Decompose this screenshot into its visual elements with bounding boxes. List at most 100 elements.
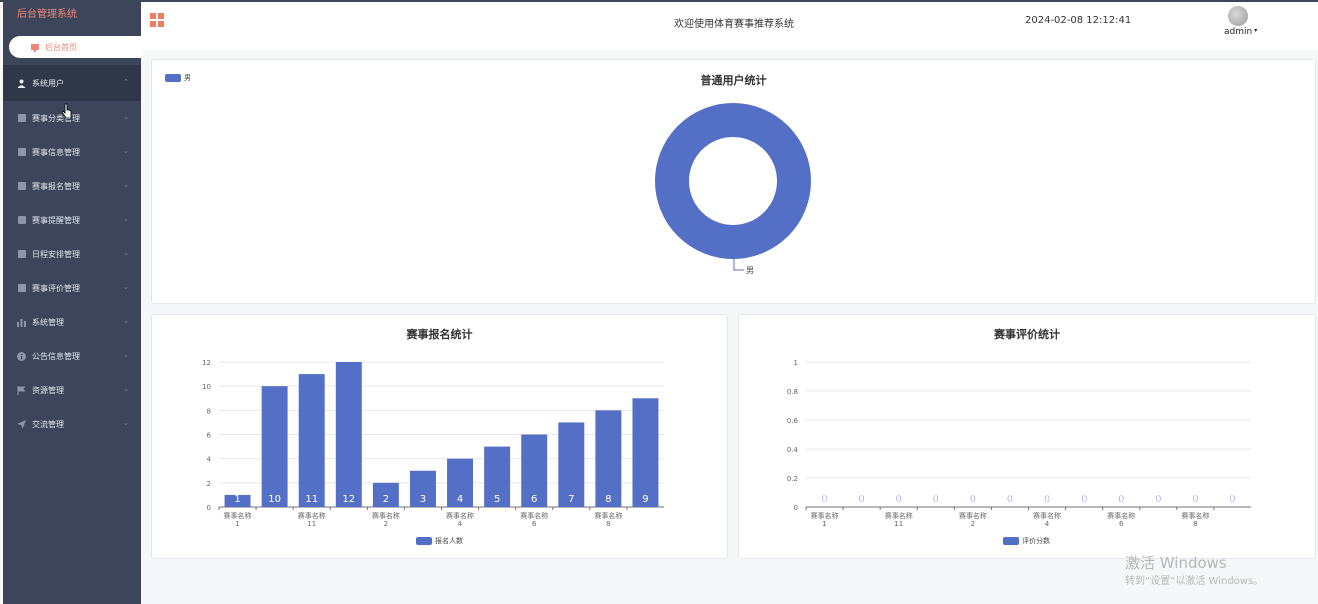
legend-label: 评价分数	[1022, 537, 1050, 545]
bar-data-label: 4	[457, 494, 463, 505]
chevron-down-icon: ⌄	[123, 249, 129, 257]
sidebar-item[interactable]: 赛事信息管理 ⌄	[3, 135, 141, 169]
bar	[632, 398, 659, 507]
user-dropdown[interactable]: admin ▾	[1224, 27, 1257, 37]
bar	[261, 386, 288, 507]
bar-data-label: 0	[1007, 494, 1013, 505]
chevron-down-icon: ⌄	[123, 317, 129, 325]
bar-data-label: 0	[896, 494, 902, 505]
menu-toggle-icon[interactable]	[150, 13, 164, 27]
y-tick-label: 0	[207, 504, 211, 512]
bar	[595, 410, 622, 507]
pie-slice-label: 男	[746, 266, 754, 275]
chevron-down-icon: ⌄	[123, 419, 129, 427]
y-tick-label: 10	[202, 383, 211, 391]
bar-data-label: 0	[1192, 494, 1198, 505]
sidebar: 后台管理系统 后台首页 系统用户 ⌃ 赛事分类管理 ⌄ 赛事信息管理 ⌄ 赛事报名管理 ⌄ 赛事…	[3, 2, 143, 604]
user-stats-card: 普通用户统计 男 男	[151, 59, 1316, 304]
sidebar-item[interactable]: 赛事评价管理 ⌄	[3, 271, 141, 305]
top-header: 欢迎使用体育赛事推荐系统 2024-02-08 12:12:41 admin ▾	[141, 2, 1318, 50]
pie-label-line	[733, 259, 744, 271]
sidebar-item-label: 资源管理	[32, 385, 64, 395]
chevron-down-icon: ⌄	[123, 113, 129, 121]
square-icon	[17, 114, 26, 123]
x-tick-label: 赛事名称	[959, 511, 987, 520]
bar-data-label: 7	[568, 494, 574, 505]
x-tick-label: 11	[894, 520, 903, 528]
y-tick-label: 0.8	[787, 388, 798, 396]
sidebar-item[interactable]: 赛事分类管理 ⌄	[3, 101, 141, 135]
rating-legend[interactable]: 评价分数	[1003, 536, 1050, 546]
bar-data-label: 0	[821, 494, 827, 505]
registration-legend[interactable]: 报名人数	[416, 536, 463, 546]
sidebar-item[interactable]: 公告信息管理 ⌄	[3, 339, 141, 373]
sidebar-item-label: 赛事报名管理	[32, 181, 80, 191]
bar-data-label: 0	[858, 494, 864, 505]
y-tick-label: 8	[207, 407, 211, 415]
windows-watermark-subtitle: 转到“设置”以激活 Windows。	[1125, 576, 1264, 587]
legend-swatch	[416, 537, 432, 545]
welcome-text: 欢迎使用体育赛事推荐系统	[674, 19, 794, 30]
home-tab[interactable]: 后台首页	[9, 36, 143, 58]
bar-data-label: 3	[420, 494, 426, 505]
chevron-up-icon: ⌃	[123, 78, 129, 86]
rating-bar-chart: 00.20.40.60.810 0 0 0 0 0 0 0 0 0 0 0赛事名称1赛事名称11赛事名…	[787, 359, 1251, 528]
windows-watermark-title: 激活 Windows	[1125, 554, 1227, 572]
x-tick-label: 2	[971, 520, 975, 528]
square-icon	[17, 284, 26, 293]
x-tick-label: 1	[822, 520, 826, 528]
x-tick-label: 赛事名称	[811, 511, 839, 520]
pie-chart: 男	[655, 103, 811, 275]
sidebar-item[interactable]: 资源管理 ⌄	[3, 373, 141, 407]
x-tick-label: 赛事名称	[1107, 511, 1135, 520]
bar-data-label: 0	[970, 494, 976, 505]
x-tick-label: 8	[606, 520, 610, 528]
bar-data-label: 0	[1081, 494, 1087, 505]
sidebar-menu: 系统用户 ⌃ 赛事分类管理 ⌄ 赛事信息管理 ⌄ 赛事报名管理 ⌄ 赛事提醒管理 ⌄ 日程安排管理 ⌄…	[3, 65, 141, 441]
chevron-down-icon: ⌄	[123, 181, 129, 189]
bar-data-label: 0	[1155, 494, 1161, 505]
square-icon	[17, 182, 26, 191]
x-tick-label: 11	[307, 520, 316, 528]
sidebar-item-label: 系统用户	[32, 78, 64, 88]
x-tick-label: 4	[458, 520, 463, 528]
sidebar-item[interactable]: 赛事提醒管理 ⌄	[3, 203, 141, 237]
y-tick-label: 0	[794, 504, 798, 512]
x-tick-label: 赛事名称	[298, 511, 326, 520]
sidebar-item-label: 交流管理	[32, 419, 64, 429]
y-tick-label: 2	[207, 480, 211, 488]
sidebar-item[interactable]: 赛事报名管理 ⌄	[3, 169, 141, 203]
x-tick-label: 1	[235, 520, 239, 528]
avatar[interactable]	[1228, 6, 1248, 26]
y-tick-label: 0.4	[787, 446, 799, 454]
pie-slice-male[interactable]	[655, 103, 811, 259]
datetime: 2024-02-08 12:12:41	[1025, 15, 1132, 26]
bar-chart-icon	[17, 318, 26, 327]
legend-swatch	[1003, 537, 1019, 545]
x-tick-label: 赛事名称	[594, 511, 622, 520]
y-tick-label: 12	[202, 359, 211, 367]
sidebar-item[interactable]: 日程安排管理 ⌄	[3, 237, 141, 271]
rating-stats-card: 赛事评价统计 0 0.2 0.4 0.6 0.8 1 0 0 0 0 0 0 0 0 0 0 0 0 赛事名称 1 赛事…	[738, 314, 1316, 559]
bar-data-label: 0	[1118, 494, 1124, 505]
bar-data-label: 0	[933, 494, 939, 505]
send-icon	[17, 419, 26, 429]
brand-title: 后台管理系统	[17, 9, 77, 20]
chevron-down-icon: ▾	[1254, 27, 1258, 34]
sidebar-item[interactable]: 系统用户 ⌃	[3, 65, 141, 101]
flag-icon	[17, 385, 26, 395]
bar-data-label: 10	[268, 494, 281, 505]
x-tick-label: 2	[384, 520, 388, 528]
x-tick-label: 赛事名称	[1033, 511, 1061, 520]
sidebar-item[interactable]: 系统管理 ⌄	[3, 305, 141, 339]
bar-data-label: 2	[383, 494, 389, 505]
x-tick-label: 赛事名称	[224, 511, 252, 520]
x-tick-label: 4	[1045, 520, 1050, 528]
chevron-down-icon: ⌄	[123, 147, 129, 155]
x-tick-label: 8	[1193, 520, 1197, 528]
chevron-down-icon: ⌄	[123, 351, 129, 359]
info-icon	[17, 351, 26, 361]
sidebar-item[interactable]: 交流管理 ⌄	[3, 407, 141, 441]
bar-data-label: 11	[305, 494, 318, 505]
x-tick-label: 赛事名称	[446, 511, 474, 520]
